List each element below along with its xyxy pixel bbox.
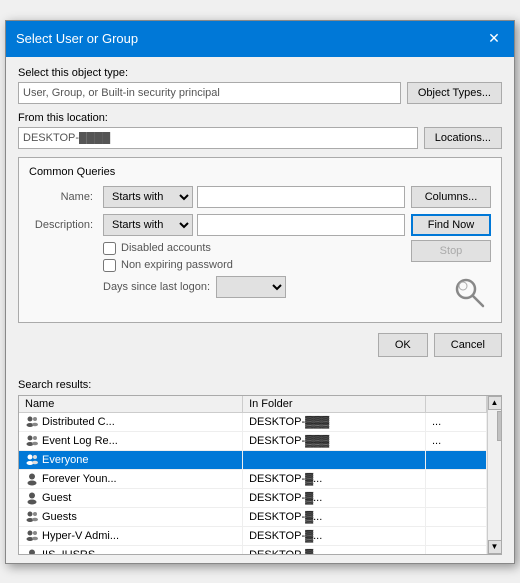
search-icon-area: [411, 274, 491, 310]
results-table-container: Name In Folder Distributed C...DESKTOP-▓…: [18, 395, 502, 555]
disabled-accounts-label: Disabled accounts: [121, 242, 211, 254]
cell-folder: DESKTOP-▓▓▓: [243, 431, 426, 450]
search-results-section: Search results: Name In Folder: [6, 375, 514, 555]
scrollbar[interactable]: ▲ ▼: [487, 396, 501, 554]
search-results-label: Search results:: [18, 379, 502, 391]
object-type-label: Select this object type:: [18, 67, 502, 79]
common-queries-title: Common Queries: [29, 166, 491, 178]
cell-name: Guest: [19, 488, 243, 507]
cell-folder: DESKTOP-▓...: [243, 526, 426, 545]
cell-folder: DESKTOP-▓...: [243, 469, 426, 488]
disabled-accounts-checkbox[interactable]: [103, 242, 116, 255]
dialog-title: Select User or Group: [16, 31, 138, 46]
cell-more: [426, 507, 487, 526]
cell-more: [426, 488, 487, 507]
common-queries-section: Common Queries Name: Starts with Is exac…: [18, 157, 502, 323]
locations-button[interactable]: Locations...: [424, 127, 502, 149]
title-bar: Select User or Group ✕: [6, 21, 514, 57]
cell-name: Event Log Re...: [19, 431, 243, 450]
scrollbar-up-btn[interactable]: ▲: [488, 396, 502, 410]
non-expiring-label: Non expiring password: [121, 259, 233, 271]
select-user-dialog: Select User or Group ✕ Select this objec…: [5, 20, 515, 564]
table-row[interactable]: Hyper-V Admi...DESKTOP-▓...: [19, 526, 487, 545]
table-row[interactable]: Everyone: [19, 450, 487, 469]
cell-name: Everyone: [19, 450, 243, 469]
cell-more: ...: [426, 431, 487, 450]
disabled-accounts-row: Disabled accounts: [103, 242, 405, 255]
col-header-more: [426, 396, 487, 413]
row-icon: [25, 415, 39, 429]
cell-folder: DESKTOP-▓...: [243, 545, 426, 554]
table-row[interactable]: GuestDESKTOP-▓...: [19, 488, 487, 507]
desc-filter-select[interactable]: Starts with Is exactly: [103, 214, 193, 236]
cell-name: Forever Youn...: [19, 469, 243, 488]
cell-more: [426, 469, 487, 488]
cell-more: [426, 526, 487, 545]
results-table-wrap[interactable]: Name In Folder Distributed C...DESKTOP-▓…: [19, 396, 487, 554]
table-row[interactable]: Event Log Re...DESKTOP-▓▓▓...: [19, 431, 487, 450]
description-row: Description: Starts with Is exactly: [29, 214, 405, 236]
queries-form: Name: Starts with Is exactly Description…: [29, 186, 405, 310]
columns-button[interactable]: Columns...: [411, 186, 491, 208]
row-icon: [25, 491, 39, 505]
row-icon: [25, 472, 39, 486]
cancel-button[interactable]: Cancel: [434, 333, 502, 357]
col-header-folder: In Folder: [243, 396, 426, 413]
scrollbar-down-btn[interactable]: ▼: [488, 540, 502, 554]
cell-more: [426, 545, 487, 554]
cell-folder: [243, 450, 426, 469]
cell-more: [426, 450, 487, 469]
name-label: Name:: [29, 191, 99, 203]
cell-folder: DESKTOP-▓...: [243, 488, 426, 507]
table-row[interactable]: Distributed C...DESKTOP-▓▓▓...: [19, 412, 487, 431]
row-icon: [25, 434, 39, 448]
results-table: Name In Folder Distributed C...DESKTOP-▓…: [19, 396, 487, 554]
bottom-buttons: OK Cancel: [18, 333, 502, 357]
non-expiring-checkbox[interactable]: [103, 259, 116, 272]
cell-folder: DESKTOP-▓▓▓: [243, 412, 426, 431]
days-select[interactable]: 30 60 90: [216, 276, 286, 298]
close-button[interactable]: ✕: [484, 29, 504, 49]
object-type-input: [18, 82, 401, 104]
description-label: Description:: [29, 219, 99, 231]
row-icon: [25, 529, 39, 543]
location-label: From this location:: [18, 112, 502, 124]
table-row[interactable]: IIS_IUSRSDESKTOP-▓...: [19, 545, 487, 554]
cell-name: IIS_IUSRS: [19, 545, 243, 554]
cell-more: ...: [426, 412, 487, 431]
object-types-button[interactable]: Object Types...: [407, 82, 502, 104]
cell-folder: DESKTOP-▓...: [243, 507, 426, 526]
col-header-name: Name: [19, 396, 243, 413]
scrollbar-thumb[interactable]: [497, 411, 503, 441]
name-row: Name: Starts with Is exactly: [29, 186, 405, 208]
name-filter-select[interactable]: Starts with Is exactly: [103, 186, 193, 208]
magnifier-icon: [451, 274, 487, 310]
ok-button[interactable]: OK: [378, 333, 428, 357]
table-row[interactable]: GuestsDESKTOP-▓...: [19, 507, 487, 526]
cell-name: Hyper-V Admi...: [19, 526, 243, 545]
non-expiring-row: Non expiring password: [103, 259, 405, 272]
days-label: Days since last logon:: [103, 281, 210, 293]
cell-name: Guests: [19, 507, 243, 526]
stop-button[interactable]: Stop: [411, 240, 491, 262]
desc-value-input[interactable]: [197, 214, 405, 236]
object-type-row: Object Types...: [18, 82, 502, 104]
find-now-button[interactable]: Find Now: [411, 214, 491, 236]
location-input: [18, 127, 418, 149]
cell-name: Distributed C...: [19, 412, 243, 431]
queries-right-panel: Columns... Find Now Stop: [411, 186, 491, 310]
dialog-body: Select this object type: Object Types...…: [6, 57, 514, 375]
name-value-input[interactable]: [197, 186, 405, 208]
location-row: Locations...: [18, 127, 502, 149]
days-row: Days since last logon: 30 60 90: [103, 276, 405, 298]
row-icon: [25, 510, 39, 524]
row-icon: [25, 453, 39, 467]
table-row[interactable]: Forever Youn...DESKTOP-▓...: [19, 469, 487, 488]
row-icon: [25, 548, 39, 554]
